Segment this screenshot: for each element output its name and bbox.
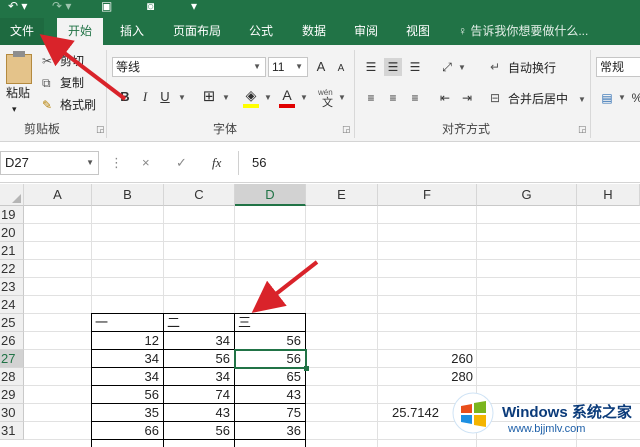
windows-logo-icon xyxy=(452,392,494,434)
arrow-to-file-tab xyxy=(39,34,127,101)
watermark: Windows 系统之家 www.bjjmlv.com xyxy=(446,384,640,447)
excel-window: ↶ ▾ ↷ ▾ ▣ ◙ ▾ 文件 开始 插入 页面布局 公式 数据 审阅 视图 … xyxy=(0,0,640,447)
arrow-to-header-cell xyxy=(251,260,319,313)
watermark-title: Windows 系统之家 xyxy=(502,404,632,421)
red-arrows xyxy=(39,34,319,313)
watermark-url: www.bjjmlv.com xyxy=(508,423,586,435)
